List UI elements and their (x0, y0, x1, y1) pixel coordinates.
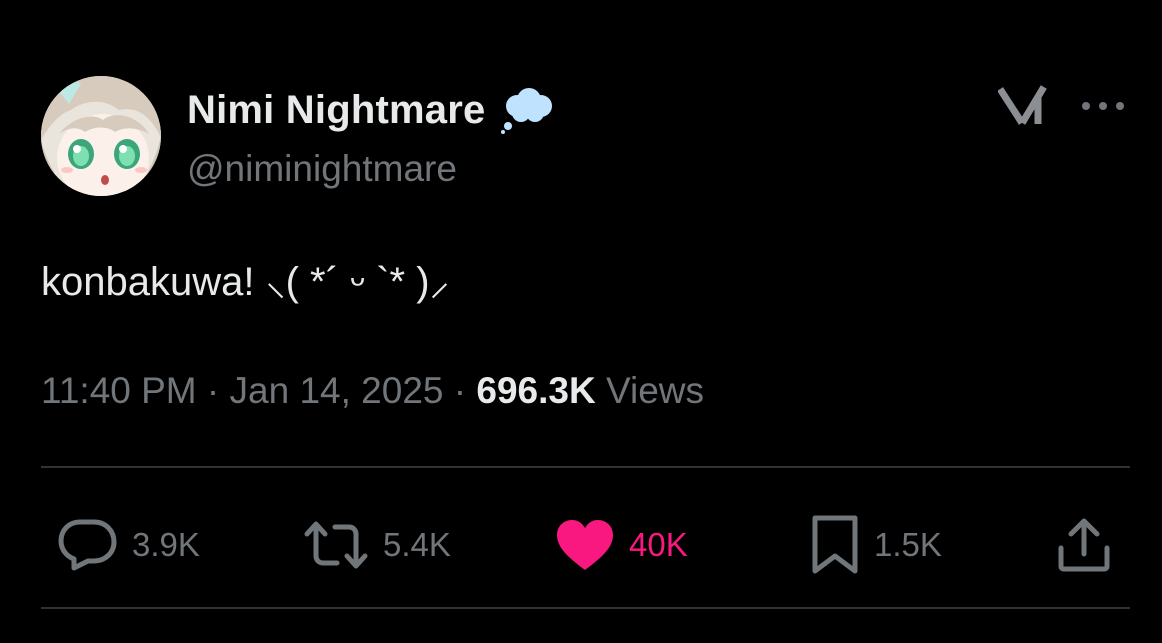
divider (41, 466, 1130, 468)
author-display-name[interactable]: Nimi Nightmare (187, 88, 485, 133)
thought-bubble-icon (499, 86, 557, 134)
share-button[interactable] (1056, 505, 1112, 585)
tweet-text: konbakuwa! ⸜( *´ ᵕ `* )⸝ (41, 260, 450, 304)
reply-icon (58, 519, 117, 571)
author-avatar[interactable] (41, 76, 161, 196)
avatar-image (41, 76, 161, 196)
meta-separator: · (443, 370, 477, 411)
reply-button[interactable]: 3.9K (58, 505, 200, 585)
retweet-button[interactable]: 5.4K (303, 505, 451, 585)
tweet-meta: 11:40 PM · Jan 14, 2025 · 696.3K Views (41, 370, 704, 412)
like-button[interactable]: 40K (555, 505, 688, 585)
author-name-row: Nimi Nightmare (187, 82, 557, 138)
tweet-time[interactable]: 11:40 PM (41, 370, 197, 412)
views-count: 696.3K (476, 370, 596, 411)
bookmark-button[interactable]: 1.5K (810, 505, 942, 585)
heart-icon (557, 520, 613, 570)
grok-icon[interactable] (997, 84, 1048, 128)
tweet-date[interactable]: Jan 14, 2025 (230, 370, 444, 412)
action-bar: 3.9K 5.4K 40K 1.5K (0, 505, 1162, 585)
divider (41, 607, 1130, 609)
like-count: 40K (629, 526, 688, 563)
meta-separator: · (196, 370, 230, 411)
bookmark-count: 1.5K (874, 526, 942, 563)
reply-count: 3.9K (132, 526, 200, 563)
bookmark-icon (812, 515, 858, 574)
views-link[interactable]: 696.3K Views (476, 370, 704, 412)
more-horizontal-icon[interactable] (1080, 96, 1126, 116)
retweet-count: 5.4K (383, 526, 451, 563)
share-icon (1058, 518, 1110, 572)
retweet-icon (304, 521, 368, 569)
author-handle[interactable]: @niminightmare (187, 148, 457, 190)
views-label: Views (605, 370, 704, 411)
